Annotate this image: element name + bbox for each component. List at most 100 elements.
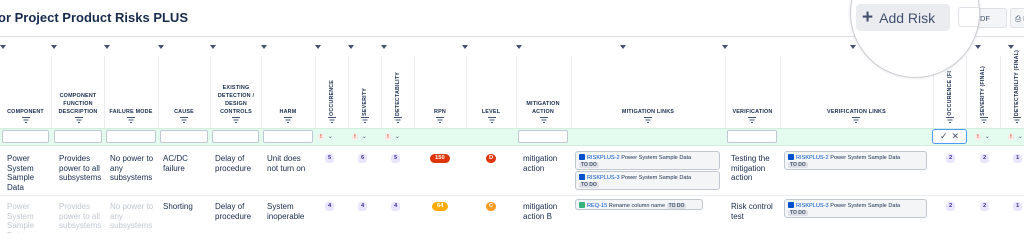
filter-icon[interactable] [22, 117, 30, 123]
cell-component[interactable]: Power System Sample Data [7, 202, 51, 233]
col-header-verification[interactable]: VERIFICATION [725, 62, 780, 116]
col-header-harm[interactable]: HARM [261, 62, 315, 116]
row-divider [0, 195, 1024, 196]
collapse-icon[interactable] [104, 45, 110, 49]
collapse-icon[interactable] [620, 45, 626, 49]
col-header-detectability[interactable]: DETECTABILITY [381, 62, 414, 116]
export-button-zoomed[interactable] [958, 7, 979, 27]
export-other-button[interactable]: ⎙ E [1010, 8, 1024, 28]
col-header-level[interactable]: LEVEL [466, 62, 516, 116]
issue-key[interactable]: RISKPLUS-2 [587, 155, 620, 161]
collapse-icon[interactable] [462, 45, 468, 49]
filter-select-occurence[interactable]: ! ⌄ [318, 131, 333, 142]
filter-icon[interactable] [980, 117, 988, 123]
col-header-function[interactable]: COMPONENT FUNCTION DESCRIPTION [54, 62, 102, 116]
filter-input-mitigation[interactable] [518, 130, 568, 143]
col-header-occurence[interactable]: OCCURENCE [315, 62, 348, 116]
cell-failure-mode[interactable]: No power to any subsystems [110, 202, 156, 231]
issue-key[interactable]: RISKPLUS-3 [796, 203, 829, 209]
col-header-component[interactable]: COMPONENT [0, 62, 51, 116]
cell-mitigation[interactable]: mitigation action [523, 154, 569, 173]
filter-icon[interactable] [946, 117, 954, 123]
col-header-severity-final[interactable]: SEVERITY (FINAL) [966, 62, 1000, 116]
filter-icon[interactable] [488, 117, 496, 123]
filter-icon[interactable] [436, 117, 444, 123]
filter-input-function[interactable] [54, 130, 102, 143]
issue-key[interactable]: RISKPLUS-3 [587, 175, 620, 181]
cell-function[interactable]: Provides power to all subsystems [59, 154, 103, 183]
filter-select-severity-final[interactable]: ! ⌄ [975, 131, 990, 142]
filter-icon[interactable] [852, 117, 860, 123]
col-header-detectability-final[interactable]: DETECTABILITY (FINAL) [1000, 50, 1024, 116]
filter-icon[interactable] [644, 117, 652, 123]
filter-input-harm[interactable] [263, 130, 313, 143]
col-header-detection[interactable]: EXISTING DETECTION / DESIGN CONTROLS [212, 62, 260, 116]
filter-input-failure-mode[interactable] [106, 130, 156, 143]
filter-icon[interactable] [1013, 117, 1021, 123]
score-badge: 2 [946, 202, 956, 211]
col-header-cause[interactable]: CAUSE [158, 62, 210, 116]
col-header-mitigation[interactable]: MITIGATION ACTION [518, 62, 568, 116]
collapse-icon[interactable] [261, 45, 267, 49]
collapse-icon[interactable] [210, 45, 216, 49]
filter-input-detection[interactable] [212, 130, 259, 143]
cell-detection[interactable]: Delay of procedure [215, 154, 259, 173]
cell-function[interactable]: Provides power to all subsystems [59, 202, 103, 231]
cell-harm[interactable]: Unit does not turn on [267, 154, 313, 173]
verification-link[interactable]: RISKPLUS-2 Power System Sample Data TO DO [784, 151, 927, 170]
cell-failure-mode[interactable]: No power to any subsystems [110, 154, 156, 183]
issue-summary: Power System Sample Data [830, 155, 901, 161]
filter-icon[interactable] [540, 117, 548, 123]
cell-verification[interactable]: Risk control test [731, 202, 777, 221]
cell-harm[interactable]: System inoperable [267, 202, 313, 221]
cell-component[interactable]: Power System Sample Data [7, 154, 51, 192]
checkbox-icon [788, 202, 794, 208]
filter-select-severity[interactable]: ! ⌄ [352, 131, 367, 142]
collapse-icon[interactable] [516, 45, 522, 49]
filter-input-cause[interactable] [160, 130, 208, 143]
collapse-icon[interactable] [51, 45, 57, 49]
verification-link[interactable]: RISKPLUS-3 Power System Sample Data TO DO [784, 199, 927, 218]
checkbox-icon [579, 154, 585, 160]
collapse-icon[interactable] [722, 45, 728, 49]
filter-input-component[interactable] [2, 130, 49, 143]
cell-verification[interactable]: Testing the mitigation action [731, 154, 777, 183]
filter-icon[interactable] [232, 117, 240, 123]
mitigation-link[interactable]: RISKPLUS-3 Power System Sample Data TO DO [575, 171, 720, 190]
collapse-icon[interactable] [348, 45, 354, 49]
filter-icon[interactable] [394, 117, 402, 123]
filter-input-verification[interactable] [727, 130, 777, 143]
cell-detection[interactable]: Delay of procedure [215, 202, 259, 221]
collapse-icon[interactable] [158, 45, 164, 49]
column-divider [210, 56, 211, 128]
mitigation-link[interactable]: RISKPLUS-2 Power System Sample Data TO DO [575, 151, 720, 170]
col-header-severity[interactable]: SEVERITY [348, 62, 381, 116]
col-header-mitigation-links[interactable]: MITIGATION LINKS [571, 62, 725, 116]
collapse-icon[interactable] [975, 45, 981, 49]
issue-key[interactable]: REQ-15 [587, 203, 607, 209]
confirm-icon[interactable]: ✓ [940, 131, 948, 142]
collapse-icon[interactable] [315, 45, 321, 49]
collapse-icon[interactable] [381, 45, 387, 49]
cell-cause[interactable]: Shorting [163, 202, 208, 212]
col-header-failure-mode[interactable]: FAILURE MODE [104, 62, 158, 116]
cell-cause[interactable]: AC/DC failure [163, 154, 208, 173]
issue-key[interactable]: RISKPLUS-2 [796, 155, 829, 161]
mitigation-link[interactable]: REQ-15 Rename column name TO DO [575, 199, 703, 210]
col-header-rpn[interactable]: RPN [414, 62, 466, 116]
collapse-icon[interactable] [1008, 45, 1014, 49]
filter-icon[interactable] [127, 117, 135, 123]
filter-icon[interactable] [284, 117, 292, 123]
filter-select-detectability[interactable]: ! ⌄ [385, 131, 400, 142]
filter-select-detectability-final[interactable]: ! ⌄ [1008, 131, 1023, 142]
close-icon[interactable]: ✕ [952, 131, 960, 142]
add-risk-button[interactable]: + Add Risk [856, 4, 950, 31]
filter-icon[interactable] [75, 117, 83, 123]
cell-mitigation[interactable]: mitigation action B [523, 202, 569, 221]
filter-icon[interactable] [180, 117, 188, 123]
collapse-icon[interactable] [850, 45, 856, 49]
filter-icon[interactable] [328, 117, 336, 123]
collapse-icon[interactable] [0, 45, 6, 49]
filter-icon[interactable] [361, 117, 369, 123]
filter-icon[interactable] [748, 117, 756, 123]
